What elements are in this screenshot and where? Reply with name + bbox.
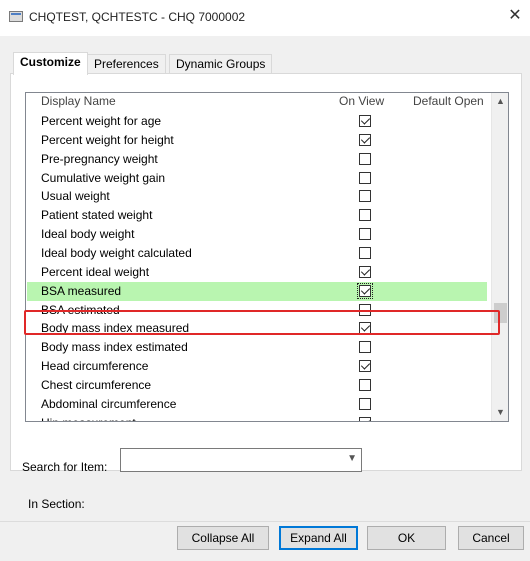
list-item[interactable]: Body mass index estimated: [27, 338, 487, 357]
list-item-label: Percent weight for height: [41, 132, 174, 147]
list-item-label: Body mass index estimated: [41, 340, 188, 355]
list-item[interactable]: BSA estimated: [27, 301, 487, 320]
list-item[interactable]: Pre-pregnancy weight: [27, 150, 487, 169]
in-section-label: In Section:: [28, 497, 85, 511]
list-item-label: Cumulative weight gain: [41, 170, 166, 185]
close-icon[interactable]: ✕: [505, 6, 525, 26]
on-view-checkbox[interactable]: [359, 416, 371, 421]
collapse-all-button[interactable]: Collapse All: [177, 526, 269, 550]
list-item[interactable]: Abdominal circumference: [27, 395, 487, 414]
on-view-checkbox[interactable]: [359, 397, 371, 410]
list-item-label: BSA estimated: [41, 302, 120, 317]
list-item-label: Pre-pregnancy weight: [41, 151, 158, 166]
on-view-checkbox[interactable]: [359, 133, 371, 146]
on-view-checkbox[interactable]: [359, 209, 371, 222]
list-item[interactable]: Percent ideal weight: [27, 263, 487, 282]
list-item[interactable]: Body mass index measured: [27, 319, 487, 338]
window-title: CHQTEST, QCHTESTC - CHQ 7000002: [29, 10, 246, 24]
list-item[interactable]: Hip measurement: [27, 414, 487, 421]
on-view-checkbox[interactable]: [359, 228, 371, 241]
list-item[interactable]: Ideal body weight: [27, 225, 487, 244]
tab-preferences[interactable]: Preferences: [87, 54, 166, 74]
expand-all-button[interactable]: Expand All: [279, 526, 358, 550]
column-header-display-name[interactable]: Display Name: [41, 94, 116, 108]
list-item[interactable]: Usual weight: [27, 187, 487, 206]
list-item[interactable]: Patient stated weight: [27, 206, 487, 225]
on-view-checkbox[interactable]: [357, 282, 373, 299]
app-window-icon: [9, 11, 23, 22]
list-item-label: Percent ideal weight: [41, 264, 150, 279]
list-item-label: Patient stated weight: [41, 208, 153, 223]
scroll-down-arrow-icon[interactable]: ▼: [492, 404, 508, 421]
list-item-label: Ideal body weight: [41, 227, 135, 242]
on-view-checkbox[interactable]: [359, 171, 371, 184]
chevron-down-icon[interactable]: ▼: [347, 453, 357, 464]
list-item[interactable]: Head circumference: [27, 357, 487, 376]
list-item-label: Chest circumference: [41, 377, 152, 392]
title-bar: CHQTEST, QCHTESTC - CHQ 7000002 ✕: [0, 0, 530, 36]
list-item[interactable]: Cumulative weight gain: [27, 169, 487, 188]
customize-panel: Display Name On View Default Open Percen…: [10, 73, 522, 471]
scrollbar-thumb[interactable]: [494, 303, 507, 323]
on-view-checkbox[interactable]: [359, 322, 371, 335]
list-item-label: Hip measurement: [41, 416, 136, 421]
search-combobox[interactable]: ▼: [120, 448, 362, 472]
list-item[interactable]: BSA measured: [27, 281, 487, 301]
list-item[interactable]: Ideal body weight calculated: [27, 244, 487, 263]
on-view-checkbox[interactable]: [359, 246, 371, 259]
on-view-checkbox[interactable]: [359, 360, 371, 373]
on-view-checkbox[interactable]: [359, 190, 371, 203]
item-list[interactable]: Display Name On View Default Open Percen…: [25, 92, 509, 422]
on-view-checkbox[interactable]: [359, 115, 371, 127]
on-view-checkbox[interactable]: [359, 152, 371, 165]
customize-dialog: Customize Preferences Dynamic Groups Dis…: [0, 36, 530, 561]
list-item-label: Body mass index measured: [41, 321, 190, 336]
list-item-label: BSA measured: [41, 283, 122, 298]
tab-customize[interactable]: Customize: [13, 52, 88, 75]
list-item[interactable]: Percent weight for age: [27, 112, 487, 131]
list-item-label: Head circumference: [41, 359, 149, 374]
on-view-checkbox[interactable]: [359, 378, 371, 391]
search-label: Search for Item:: [22, 460, 108, 474]
list-item-label: Ideal body weight calculated: [41, 245, 192, 260]
cancel-button[interactable]: Cancel: [458, 526, 524, 550]
list-item-label: Abdominal circumference: [41, 396, 177, 411]
footer-separator: [0, 521, 530, 522]
scroll-up-arrow-icon[interactable]: ▲: [492, 93, 508, 110]
list-item[interactable]: Percent weight for height: [27, 131, 487, 150]
list-item-label: Percent weight for age: [41, 114, 162, 128]
on-view-checkbox[interactable]: [359, 265, 371, 278]
on-view-checkbox[interactable]: [359, 341, 371, 354]
on-view-checkbox[interactable]: [359, 303, 371, 316]
ok-button[interactable]: OK: [367, 526, 446, 550]
vertical-scrollbar[interactable]: ▲ ▼: [491, 93, 508, 421]
list-item[interactable]: Chest circumference: [27, 376, 487, 395]
list-item-label: Usual weight: [41, 189, 110, 204]
column-header-default-open[interactable]: Default Open: [413, 94, 484, 108]
tab-dynamic-groups[interactable]: Dynamic Groups: [169, 54, 273, 74]
column-header-on-view[interactable]: On View: [339, 94, 384, 108]
